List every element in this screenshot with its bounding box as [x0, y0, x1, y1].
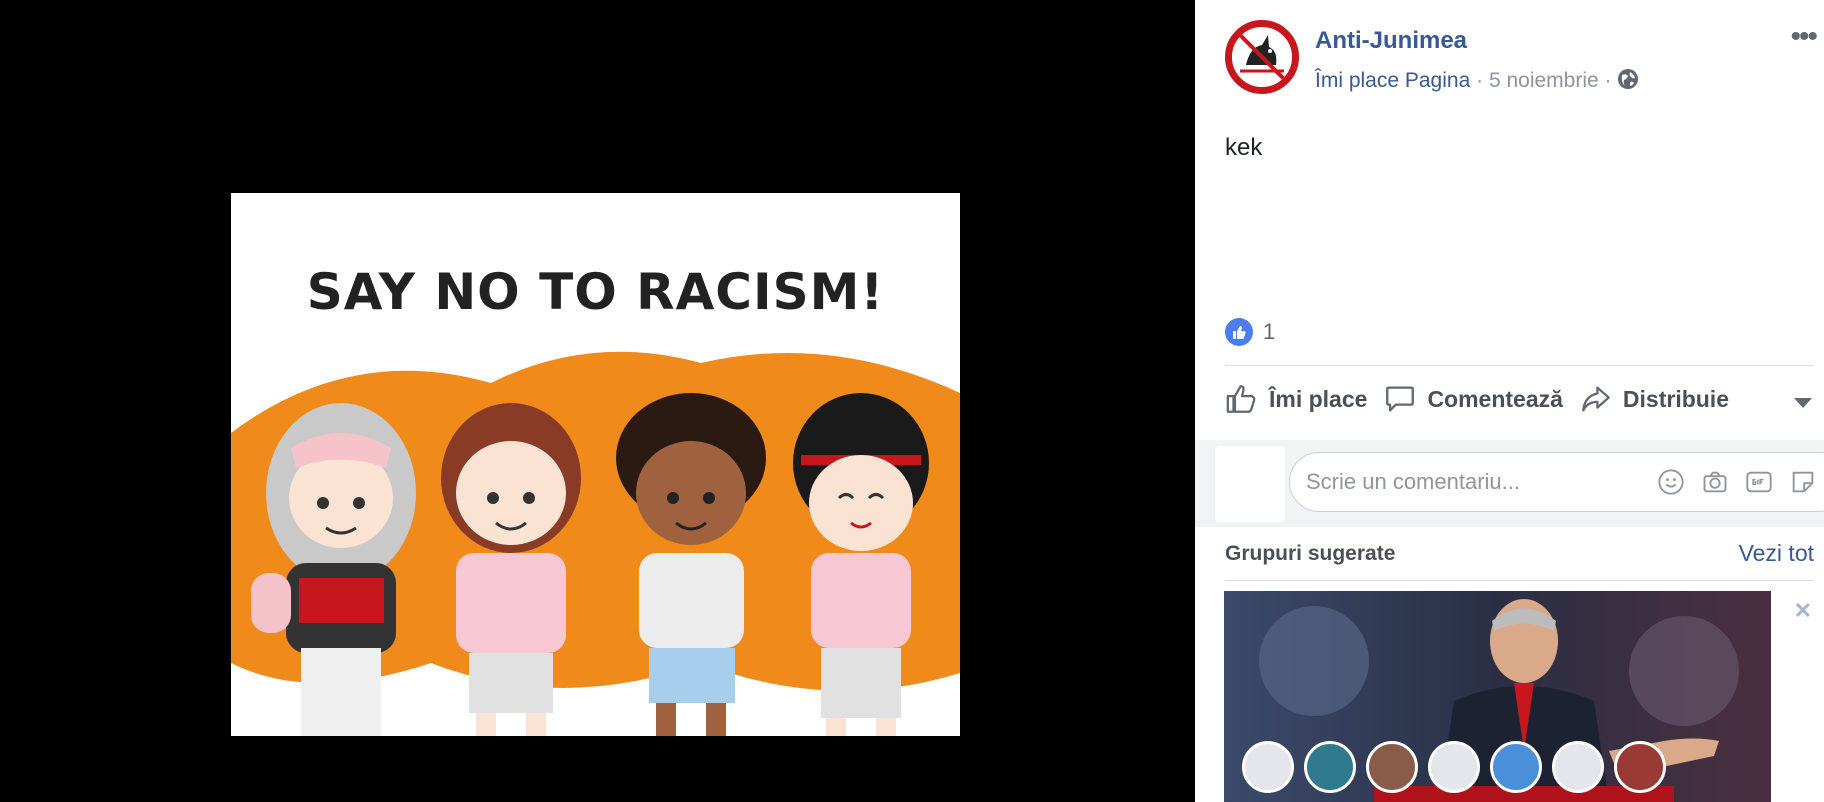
- like-button[interactable]: Îmi place: [1225, 382, 1367, 416]
- gif-icon[interactable]: [1744, 467, 1774, 497]
- commenter-avatar: [1215, 446, 1285, 522]
- like-reaction-icon: [1225, 318, 1253, 346]
- page-name[interactable]: Anti-Junimea: [1315, 27, 1467, 55]
- comment-bubble-icon: [1386, 386, 1415, 412]
- see-all-link[interactable]: Vezi tot: [1739, 540, 1814, 567]
- like-label: Îmi place: [1269, 385, 1368, 412]
- member-avatar[interactable]: [1428, 741, 1480, 793]
- post-photo[interactable]: SAY NO TO RACISM!: [231, 193, 960, 736]
- close-icon[interactable]: ✕: [1794, 598, 1812, 624]
- comment-input[interactable]: Scrie un comentariu...: [1289, 452, 1824, 512]
- page-avatar[interactable]: [1225, 20, 1299, 94]
- reaction-count: 1: [1263, 319, 1276, 344]
- member-avatar[interactable]: [1242, 741, 1294, 793]
- share-arrow-icon: [1582, 386, 1610, 412]
- share-label: Distribuie: [1622, 385, 1729, 412]
- photo-viewer: SAY NO TO RACISM!: [0, 0, 1195, 802]
- comment-label: Comentează: [1427, 385, 1563, 412]
- share-button[interactable]: Distribuie: [1579, 382, 1729, 416]
- member-avatar[interactable]: [1304, 741, 1356, 793]
- suggested-groups-heading: Grupuri sugerate: [1225, 542, 1396, 565]
- comment-composer: Scrie un comentariu...: [1195, 440, 1824, 527]
- comment-tools: [1656, 467, 1824, 497]
- divider: [1225, 365, 1814, 366]
- member-avatar[interactable]: [1614, 741, 1666, 793]
- sticker-icon[interactable]: [1788, 467, 1818, 497]
- more-options-icon[interactable]: •••: [1790, 20, 1817, 54]
- post-actions: Îmi place Comentează Distribuie: [1225, 382, 1745, 416]
- member-avatar[interactable]: [1366, 741, 1418, 793]
- post-text: kek: [1225, 134, 1263, 161]
- comment-placeholder: Scrie un comentariu...: [1306, 469, 1520, 494]
- suggested-group-cover[interactable]: [1224, 591, 1771, 802]
- emoji-icon[interactable]: [1656, 467, 1686, 497]
- comment-button[interactable]: Comentează: [1383, 382, 1563, 416]
- member-avatar[interactable]: [1552, 741, 1604, 793]
- thumbs-up-icon: [1226, 385, 1256, 413]
- post-meta: Îmi place Pagina · 5 noiembrie ·: [1315, 68, 1639, 96]
- reactions-summary[interactable]: 1: [1225, 318, 1275, 346]
- camera-icon[interactable]: [1700, 467, 1730, 497]
- post-date[interactable]: 5 noiembrie: [1489, 69, 1599, 92]
- post-panel: Anti-Junimea Îmi place Pagina · 5 noiemb…: [1195, 0, 1824, 802]
- meta-separator: ·: [1476, 69, 1484, 92]
- meta-separator: ·: [1604, 69, 1612, 92]
- member-avatar[interactable]: [1490, 741, 1542, 793]
- divider: [1225, 580, 1814, 581]
- globe-icon[interactable]: [1617, 68, 1639, 96]
- unicorn-logo-icon: [1232, 27, 1292, 87]
- like-page-link[interactable]: Îmi place Pagina: [1315, 69, 1470, 92]
- photo-caption: SAY NO TO RACISM!: [306, 263, 885, 321]
- chevron-down-icon[interactable]: [1794, 398, 1812, 408]
